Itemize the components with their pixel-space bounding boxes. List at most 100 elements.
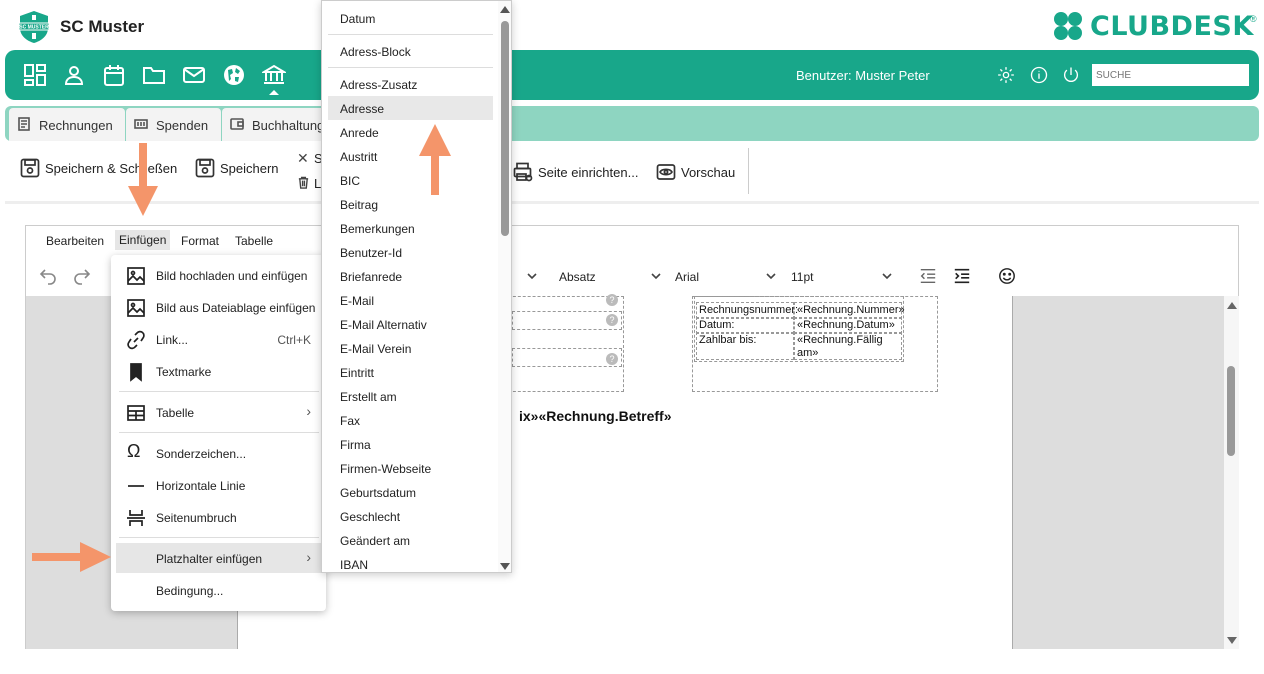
block-format-select[interactable]: Absatz [559, 270, 596, 284]
menu-bearbeiten[interactable]: Bearbeiten [46, 234, 104, 248]
redo-icon[interactable] [72, 266, 92, 286]
vertical-scrollbar[interactable] [1224, 296, 1239, 649]
calendar-icon[interactable] [102, 63, 126, 87]
info-icon[interactable] [1030, 66, 1048, 84]
menu-item-image-upload[interactable]: Bild hochladen und einfügen [111, 260, 326, 290]
chevron-right-icon: › [306, 403, 311, 419]
placeholder-item[interactable]: Bemerkungen [328, 216, 493, 240]
placeholder-item[interactable]: Adress-Zusatz [328, 72, 493, 96]
menu-format[interactable]: Format [181, 234, 219, 248]
placeholder-item[interactable]: Austritt [328, 144, 493, 168]
placeholder-item[interactable]: Firmen-Webseite [328, 456, 493, 480]
placeholder-item[interactable]: Geändert am [328, 528, 493, 552]
placeholder-item-highlighted[interactable]: Adresse [328, 96, 493, 120]
menu-divider [119, 537, 319, 538]
page-setup-button[interactable]: Seite einrichten... [513, 162, 643, 186]
chevron-down-icon[interactable] [881, 270, 893, 282]
table-cell: «Rechnung.Fällig am» [794, 332, 902, 360]
placeholder-item[interactable]: Geburtsdatum [328, 480, 493, 504]
preview-button[interactable]: Vorschau [656, 162, 736, 186]
placeholder-item[interactable]: Beitrag [328, 192, 493, 216]
scroll-down-icon[interactable] [1227, 637, 1237, 644]
bank-icon[interactable] [260, 63, 288, 87]
font-family-select[interactable]: Arial [675, 270, 699, 284]
placeholder-item[interactable]: Briefanrede [328, 264, 493, 288]
table-icon [126, 403, 146, 423]
undo-icon[interactable] [38, 266, 58, 286]
menu-item-condition[interactable]: Bedingung... [111, 575, 326, 605]
horizontal-line-icon [126, 476, 146, 496]
folder-icon[interactable] [142, 63, 166, 87]
search-input[interactable] [1092, 64, 1249, 86]
menu-divider [328, 67, 493, 68]
placeholder-menu-scrollbar[interactable] [498, 1, 511, 572]
chevron-right-icon: › [306, 549, 311, 565]
menu-item-image-library[interactable]: Bild aus Dateiablage einfügen [111, 292, 326, 322]
scroll-down-icon[interactable] [500, 563, 510, 570]
chevron-down-icon[interactable] [765, 270, 777, 282]
menu-tabelle[interactable]: Tabelle [235, 234, 273, 248]
menu-item-link[interactable]: Link... Ctrl+K [111, 324, 326, 354]
help-icon[interactable]: ? [606, 353, 618, 365]
menu-item-table[interactable]: Tabelle › [111, 397, 326, 427]
tab-buchhaltung[interactable]: Buchhaltung [222, 108, 330, 141]
font-size-select[interactable]: 11pt [791, 270, 813, 284]
clubdesk-wordmark: CLUBDESK [1090, 11, 1254, 42]
insert-menu: Bild hochladen und einfügen Bild aus Dat… [111, 255, 326, 611]
menu-item-placeholder[interactable]: Platzhalter einfügen › [116, 543, 321, 573]
placeholder-item[interactable]: Fax [328, 408, 493, 432]
outdent-icon[interactable] [919, 267, 937, 285]
placeholder-item[interactable]: Firma [328, 432, 493, 456]
page-break-icon [126, 508, 146, 528]
current-user-label[interactable]: Benutzer: Muster Peter [796, 68, 930, 83]
mail-icon[interactable] [182, 63, 206, 87]
wallet-icon [230, 117, 244, 131]
menu-item-bookmark[interactable]: Textmarke [111, 356, 326, 386]
placeholder-item[interactable]: IBAN [328, 552, 493, 572]
dashboard-icon[interactable] [23, 63, 47, 87]
printer-settings-icon [513, 162, 533, 182]
menu-item-page-break[interactable]: Seitenumbruch [111, 502, 326, 532]
chevron-down-icon[interactable] [650, 270, 662, 282]
tab-label: Rechnungen [39, 118, 113, 133]
scroll-up-icon[interactable] [1227, 302, 1237, 309]
clubdesk-logo: CLUBDESK [1050, 8, 1253, 44]
placeholder-item[interactable]: E-Mail Alternativ [328, 312, 493, 336]
placeholder-item[interactable]: E-Mail Verein [328, 336, 493, 360]
help-icon[interactable]: ? [606, 314, 618, 326]
scroll-thumb[interactable] [501, 21, 509, 236]
menu-divider [328, 34, 493, 35]
placeholder-item[interactable]: Erstellt am [328, 384, 493, 408]
placeholder-item[interactable]: E-Mail [328, 288, 493, 312]
bookmark-icon [126, 362, 146, 382]
gear-icon[interactable] [997, 66, 1015, 84]
save-button[interactable]: Speichern [195, 158, 285, 182]
annotation-arrow-down [128, 143, 158, 216]
menu-item-horizontal-line[interactable]: Horizontale Linie [111, 470, 326, 500]
help-icon[interactable]: ? [606, 294, 618, 306]
indent-icon[interactable] [953, 267, 971, 285]
placeholder-item[interactable]: Eintritt [328, 360, 493, 384]
placeholder-item[interactable]: Benutzer-Id [328, 240, 493, 264]
menu-item-special-chars[interactable]: Ω Sonderzeichen... [111, 438, 326, 468]
chevron-down-icon[interactable] [526, 270, 538, 282]
placeholder-item[interactable]: BIC [328, 168, 493, 192]
editor-menubar: Bearbeiten Einfügen Format Tabelle [26, 226, 1238, 256]
placeholder-item[interactable]: Geschlecht [328, 504, 493, 528]
scroll-thumb[interactable] [1227, 366, 1235, 456]
menu-einfuegen[interactable]: Einfügen [115, 230, 171, 250]
invoice-icon [17, 117, 31, 131]
tab-rechnungen[interactable]: Rechnungen [9, 108, 125, 141]
power-icon[interactable] [1062, 66, 1080, 84]
globe-icon[interactable] [222, 63, 246, 87]
scroll-up-icon[interactable] [500, 6, 510, 13]
placeholder-item[interactable]: Datum [328, 6, 493, 30]
tab-spenden[interactable]: Spenden [126, 108, 221, 141]
close-icon: ✕ [297, 150, 309, 166]
emoji-icon[interactable] [998, 267, 1016, 285]
person-icon[interactable] [62, 63, 86, 87]
placeholder-item[interactable]: Anrede [328, 120, 493, 144]
menu-divider [119, 391, 319, 392]
placeholder-item[interactable]: Adress-Block [328, 39, 493, 63]
registered-mark: ® [1250, 14, 1257, 24]
